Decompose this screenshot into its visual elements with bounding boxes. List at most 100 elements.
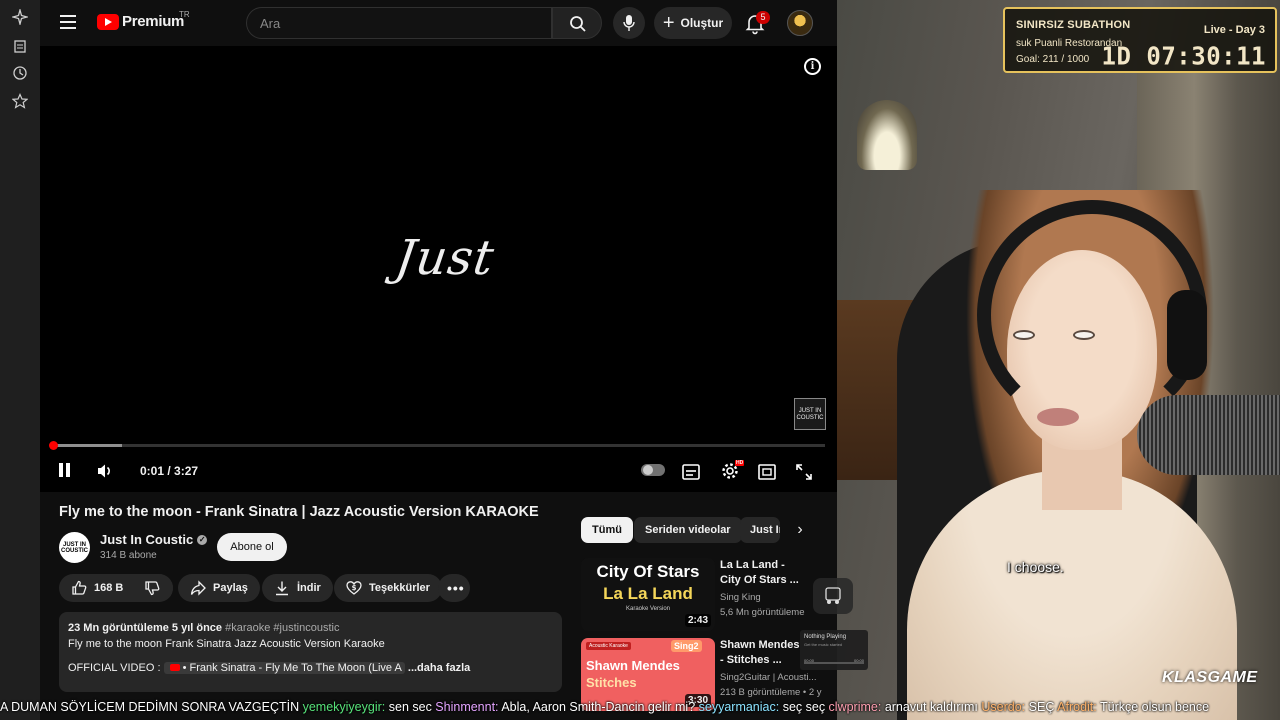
share-label: Paylaş <box>213 582 248 594</box>
dislike-button[interactable] <box>133 574 173 602</box>
create-button[interactable]: + Oluştur <box>654 7 732 39</box>
search-placeholder: Ara <box>260 16 281 31</box>
video-player[interactable]: i Just JUST IN COUSTIC 0:01 / 3:27 HD <box>40 46 837 492</box>
chevron-right-icon[interactable]: › <box>790 520 810 540</box>
progress-loaded <box>52 444 122 447</box>
youtube-mini-icon <box>169 664 180 671</box>
download-icon <box>276 581 288 596</box>
channel-name[interactable]: Just In Coustic ✓ <box>100 532 208 547</box>
youtube-logo[interactable]: Premium TR <box>97 10 190 30</box>
youtube-page: Premium TR Ara + Oluştur 5 i Just JUST I… <box>40 0 837 720</box>
description-line1: Fly me to the moon Frank Sinatra Jazz Ac… <box>68 638 385 650</box>
related-title-1[interactable]: La La Land - City Of Stars ... <box>720 558 806 588</box>
related-title-2[interactable]: Shawn Mendes - Stitches ... <box>720 638 806 668</box>
download-label: İndir <box>297 582 321 594</box>
thumb2-logo: Sing2 <box>671 640 702 652</box>
time-display: 0:01 / 3:27 <box>140 464 199 478</box>
media-widget-icon <box>813 578 853 614</box>
thumb1-line1: City Of Stars <box>596 562 700 581</box>
svg-text:$: $ <box>352 584 357 592</box>
sparkle-icon[interactable] <box>10 7 30 27</box>
related-channel-2[interactable]: Sing2Guitar | Acousti... <box>720 672 816 683</box>
subathon-live-day: Live - Day 3 <box>1203 24 1265 36</box>
menu-icon[interactable] <box>60 15 76 29</box>
headset-earcup <box>1167 290 1207 380</box>
volume-icon[interactable] <box>96 461 114 481</box>
search-icon <box>570 16 586 32</box>
now-playing-subtitle: Get the music started <box>804 642 843 647</box>
chat-username: Afrodit: <box>1057 700 1097 714</box>
thanks-button[interactable]: $ Teşekkürler <box>334 574 442 602</box>
download-button[interactable]: İndir <box>262 574 333 602</box>
chat-message: arnavut kaldırımı <box>881 700 982 714</box>
subscribe-button[interactable]: Abone ol <box>217 533 287 561</box>
more-actions-button[interactable]: ••• <box>438 574 470 602</box>
now-playing-progress <box>804 662 864 664</box>
like-count: 168 B <box>94 582 124 594</box>
plus-icon: + <box>662 12 675 34</box>
thumb2-line2: Stitches <box>586 675 637 690</box>
description-line2: OFFICIAL VIDEO : • Frank Sinatra - Fly M… <box>68 660 553 676</box>
video-frame-text: Just <box>392 230 499 286</box>
related-meta-1: 5,6 Mn görüntüleme <box>720 607 805 618</box>
music-note-icon <box>825 587 841 604</box>
channel-avatar[interactable]: JUST IN COUSTIC <box>59 532 90 563</box>
search-button[interactable] <box>552 7 602 39</box>
subathon-timer: 1D 07:30:11 <box>1101 41 1266 71</box>
subathon-title: SINIRSIZ SUBATHON <box>1016 19 1131 31</box>
verified-icon: ✓ <box>197 534 208 545</box>
chip-all[interactable]: Tümü <box>581 517 633 543</box>
related-thumbnail-1[interactable]: City Of Stars La La Land Karaoke Version… <box>581 558 715 631</box>
masthead: Premium TR Ara + Oluştur 5 <box>40 0 837 46</box>
voice-search-button[interactable] <box>613 7 645 39</box>
share-icon <box>190 580 206 596</box>
thumbs-up-icon <box>72 580 87 595</box>
description-box[interactable]: 23 Mn görüntüleme 5 yıl önce #karaoke #j… <box>59 612 562 692</box>
now-playing-widget: Nothing Playing Get the music started 00… <box>800 630 868 670</box>
share-button[interactable]: Paylaş <box>178 574 260 602</box>
info-icon[interactable]: i <box>804 58 821 75</box>
scrubber-handle[interactable] <box>49 441 58 450</box>
thumb2-line1: Shawn Mendes <box>586 658 680 673</box>
star-icon[interactable] <box>11 93 29 111</box>
search-input[interactable]: Ara <box>246 7 552 39</box>
official-video-link-text: • Frank Sinatra - Fly Me To The Moon (Li… <box>182 662 402 674</box>
thumb1-line3: Karaoke Version <box>625 606 671 612</box>
description-tags[interactable]: #karaoke #justincoustic <box>225 622 339 634</box>
fullscreen-icon[interactable] <box>796 462 812 482</box>
video-title: Fly me to the moon - Frank Sinatra | Jaz… <box>59 504 539 520</box>
brand-logo: KLASGAME <box>1162 669 1258 686</box>
subscriber-count: 314 B abone <box>100 550 157 561</box>
miniplayer-icon[interactable] <box>758 462 776 482</box>
official-video-label: OFFICIAL VIDEO : <box>68 662 161 674</box>
youtube-play-icon <box>97 13 119 30</box>
chat-username: seyyarmaniac: <box>698 700 780 714</box>
related-channel-1[interactable]: Sing King <box>720 592 761 603</box>
chat-username: clwprime: <box>828 700 882 714</box>
show-more-link[interactable]: ...daha fazla <box>408 662 470 674</box>
channel-watermark[interactable]: JUST IN COUSTIC <box>794 398 826 430</box>
chat-message: A DUMAN SÖYLİCEM DEDİMN SONRA VAZGEÇTİN <box>0 700 303 714</box>
official-video-link[interactable]: • Frank Sinatra - Fly Me To The Moon (Li… <box>163 662 405 674</box>
now-playing-title: Nothing Playing <box>804 634 847 640</box>
autoplay-toggle[interactable] <box>641 464 665 476</box>
pause-button[interactable] <box>58 460 72 480</box>
history-icon[interactable] <box>11 65 29 83</box>
chat-username: Shinmennt: <box>435 700 499 714</box>
subathon-goal: Goal: 211 / 1000 <box>1016 54 1090 65</box>
chip-series[interactable]: Seriden videolar <box>634 517 742 543</box>
account-avatar[interactable] <box>787 10 813 36</box>
chat-message: Abla, Aaron Smith-Dancin gelir mi? <box>498 700 699 714</box>
studio-microphone <box>1137 395 1280 475</box>
thanks-label: Teşekkürler <box>369 582 430 594</box>
library-icon[interactable] <box>11 38 29 56</box>
view-date-meta: 23 Mn görüntüleme 5 yıl önce <box>68 622 223 634</box>
subtitles-icon[interactable] <box>682 462 700 482</box>
description-meta-line: 23 Mn görüntüleme 5 yıl önce #karaoke #j… <box>68 620 553 636</box>
hd-badge: HD <box>735 460 745 466</box>
progress-bar[interactable] <box>52 444 825 447</box>
logo-text: Premium <box>122 13 185 30</box>
duration-badge: 2:43 <box>684 614 711 627</box>
subathon-widget: SINIRSIZ SUBATHON suk Puanli Restorandan… <box>1003 7 1277 73</box>
chip-channel[interactable]: Just In Coustic <box>740 517 780 543</box>
